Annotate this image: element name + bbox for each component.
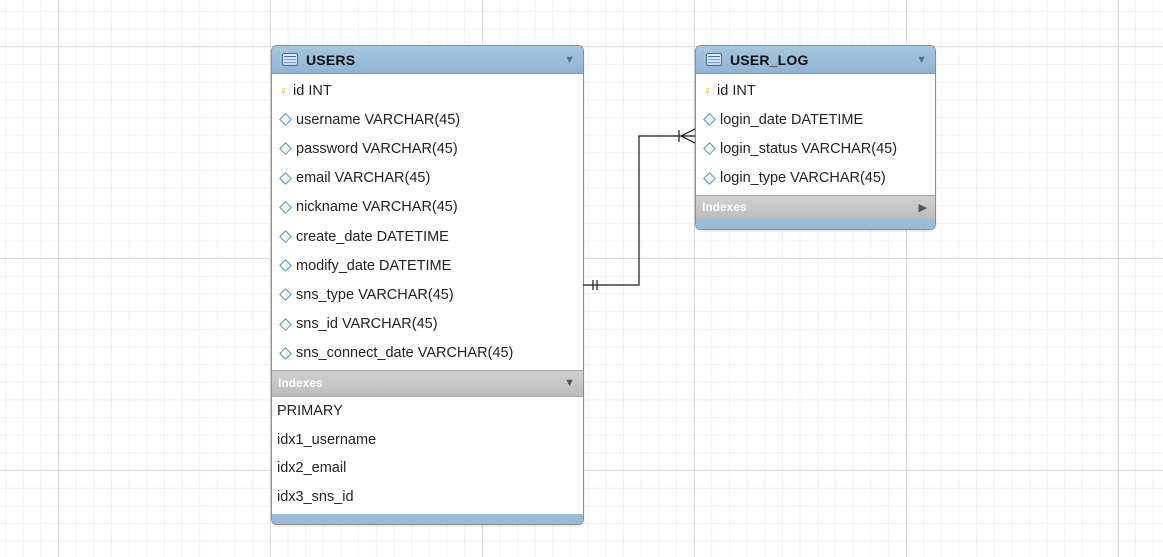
crows-foot-lower bbox=[680, 135, 696, 144]
crows-foot-upper bbox=[680, 128, 696, 137]
relationship-connector[interactable] bbox=[0, 0, 1163, 557]
er-diagram-canvas[interactable]: USERS ▼ ♀ id INT username VARCHAR(45) pa… bbox=[0, 0, 1163, 557]
relationship-line[interactable] bbox=[583, 135, 695, 286]
